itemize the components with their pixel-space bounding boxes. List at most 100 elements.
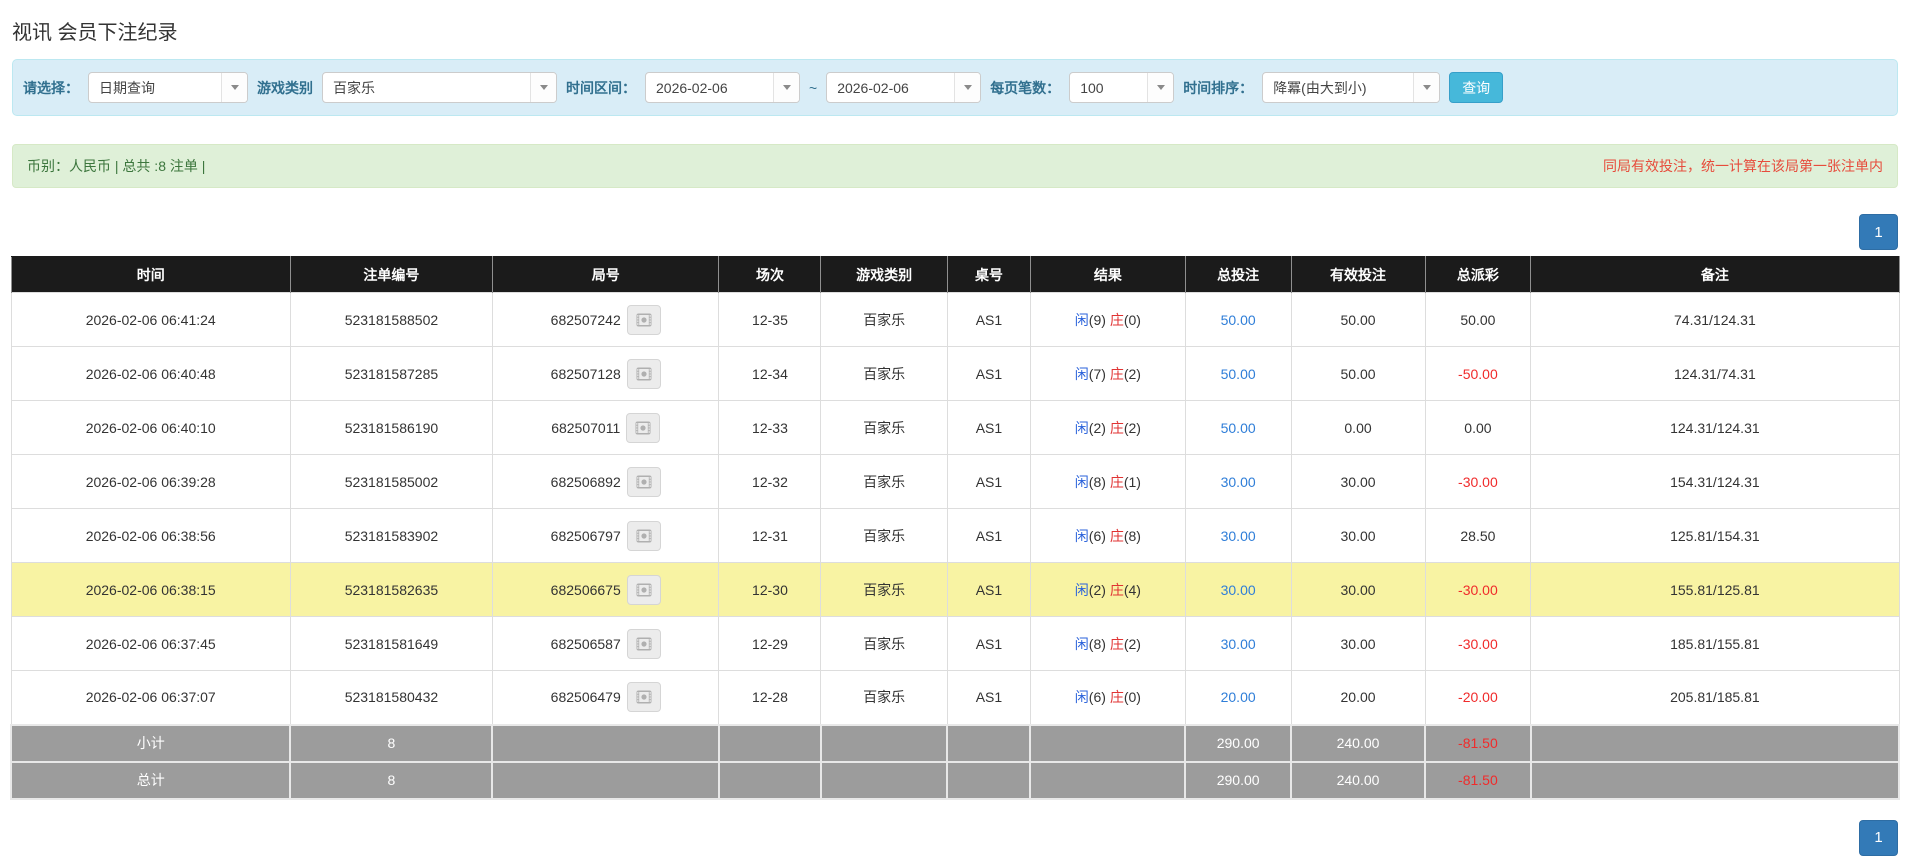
pagination-top: 1 — [12, 214, 1898, 250]
cell-bet-id: 523181588502 — [289, 292, 493, 347]
total-bet-link[interactable]: 30.00 — [1221, 636, 1256, 652]
chevron-down-icon[interactable] — [1147, 73, 1174, 102]
chevron-down-icon[interactable] — [221, 73, 247, 102]
cell-valid-bet: 30.00 — [1290, 454, 1426, 509]
time-sort-select[interactable]: 降冪(由大到小) — [1262, 72, 1441, 103]
cell-table-no: AS1 — [946, 400, 1031, 455]
cell-game-type: 百家乐 — [820, 292, 948, 347]
result-banker-label: 庄 — [1109, 365, 1124, 382]
video-replay-button[interactable] — [626, 574, 661, 605]
result-banker-label: 庄 — [1109, 581, 1124, 598]
cell-game-type: 百家乐 — [820, 616, 948, 671]
bet-records-table: 时间 注单编号 局号 场次 游戏类别 桌号 结果 总投注 有效投注 总派彩 备注… — [9, 256, 1901, 800]
page-1-button[interactable]: 1 — [1859, 819, 1898, 856]
result-banker-score: (2) — [1123, 635, 1141, 652]
round-id-text: 682506797 — [550, 527, 621, 544]
chevron-down-icon[interactable] — [1413, 73, 1440, 102]
time-range-label: 时间区间： — [566, 79, 636, 96]
result-player-score: (8) — [1088, 473, 1106, 490]
game-type-label: 游戏类别 — [257, 79, 313, 96]
chevron-down-icon[interactable] — [530, 73, 556, 102]
total-bet-link[interactable]: 50.00 — [1221, 366, 1256, 382]
cell-valid-bet: 50.00 — [1290, 346, 1426, 401]
header-session: 场次 — [718, 256, 822, 293]
result-player-score: (6) — [1088, 527, 1106, 544]
film-icon — [635, 421, 651, 434]
grand-total-row: 总计 8 290.00 240.00 -81.50 — [9, 760, 1901, 800]
cell-total-bet: 50.00 — [1184, 292, 1292, 347]
cell-time: 2026-02-06 06:37:45 — [10, 616, 291, 671]
round-id-text: 682506675 — [550, 581, 621, 598]
cell-bet-id: 523181585002 — [289, 454, 493, 509]
table-row: 2026-02-06 06:37:45 523181581649 6825065… — [10, 616, 1900, 671]
video-replay-button[interactable] — [626, 520, 661, 551]
time-sort-value: 降冪(由大到小) — [1273, 79, 1367, 96]
total-bet-link[interactable]: 50.00 — [1221, 312, 1256, 328]
header-game-type: 游戏类别 — [820, 256, 948, 293]
video-replay-button[interactable] — [626, 682, 661, 713]
round-id-text: 682506587 — [550, 635, 621, 652]
cell-total-bet: 20.00 — [1184, 670, 1292, 725]
result-player-label: 闲 — [1074, 581, 1089, 598]
date-end-select[interactable]: 2026-02-06 — [826, 72, 982, 103]
game-type-value: 百家乐 — [333, 79, 375, 96]
round-id-text: 682507128 — [550, 365, 621, 382]
total-bet-link[interactable]: 50.00 — [1221, 420, 1256, 436]
total-bet-link[interactable]: 20.00 — [1221, 689, 1256, 705]
video-replay-button[interactable] — [626, 304, 661, 335]
total-bet-link[interactable]: 30.00 — [1221, 582, 1256, 598]
total-payout: -81.50 — [1424, 760, 1532, 800]
cell-round-id: 682507011 — [491, 400, 720, 455]
cell-note: 185.81/155.81 — [1530, 616, 1900, 671]
chevron-down-icon[interactable] — [954, 73, 981, 102]
result-banker-label: 庄 — [1109, 473, 1124, 490]
subtotal-count: 8 — [289, 723, 494, 763]
cell-time: 2026-02-06 06:40:48 — [10, 346, 291, 401]
per-page-select[interactable]: 100 — [1069, 72, 1175, 103]
cell-valid-bet: 30.00 — [1290, 562, 1426, 617]
header-total-bet: 总投注 — [1184, 256, 1292, 293]
mode-label: 请选择： — [23, 79, 79, 96]
total-total-bet: 290.00 — [1184, 760, 1292, 800]
cell-result: 闲(9) 庄(0) — [1029, 292, 1186, 347]
cell-total-bet: 50.00 — [1184, 346, 1292, 401]
cell-table-no: AS1 — [946, 616, 1031, 671]
video-replay-button[interactable] — [626, 466, 661, 497]
result-banker-label: 庄 — [1109, 689, 1124, 706]
date-start-value: 2026-02-06 — [656, 79, 728, 96]
cell-result: 闲(6) 庄(0) — [1029, 670, 1186, 725]
result-player-score: (2) — [1088, 581, 1106, 598]
total-bet-link[interactable]: 30.00 — [1221, 528, 1256, 544]
cell-game-type: 百家乐 — [820, 400, 948, 455]
film-icon — [636, 367, 652, 380]
cell-payout: -30.00 — [1424, 562, 1532, 617]
cell-round-id: 682507128 — [491, 346, 720, 401]
result-player-score: (9) — [1088, 311, 1106, 328]
query-mode-select[interactable]: 日期查询 — [88, 72, 248, 103]
page-title: 视讯 会员下注纪录 — [12, 22, 178, 44]
video-replay-button[interactable] — [626, 412, 661, 443]
cell-time: 2026-02-06 06:39:28 — [10, 454, 291, 509]
cell-session: 12-30 — [718, 562, 822, 617]
chevron-down-icon[interactable] — [773, 73, 799, 102]
header-round-id: 局号 — [491, 256, 720, 293]
table-row: 2026-02-06 06:38:15 523181582635 6825066… — [10, 562, 1900, 617]
video-replay-button[interactable] — [626, 358, 661, 389]
header-note: 备注 — [1530, 256, 1900, 293]
search-button[interactable]: 查询 — [1449, 72, 1504, 103]
game-type-select[interactable]: 百家乐 — [322, 72, 557, 103]
table-body: 2026-02-06 06:41:24 523181588502 6825072… — [10, 292, 1900, 725]
video-replay-button[interactable] — [626, 628, 661, 659]
total-label: 总计 — [9, 760, 292, 800]
result-banker-label: 庄 — [1109, 527, 1124, 544]
header-table-no: 桌号 — [946, 256, 1031, 293]
cell-game-type: 百家乐 — [820, 670, 948, 725]
cell-bet-id: 523181586190 — [289, 400, 493, 455]
page-1-button[interactable]: 1 — [1859, 214, 1898, 250]
subtotal-note — [1529, 723, 1901, 763]
cell-payout: 50.00 — [1424, 292, 1532, 347]
cell-note: 74.31/124.31 — [1530, 292, 1900, 347]
date-start-select[interactable]: 2026-02-06 — [645, 72, 800, 103]
cell-game-type: 百家乐 — [820, 346, 948, 401]
total-bet-link[interactable]: 30.00 — [1221, 474, 1256, 490]
